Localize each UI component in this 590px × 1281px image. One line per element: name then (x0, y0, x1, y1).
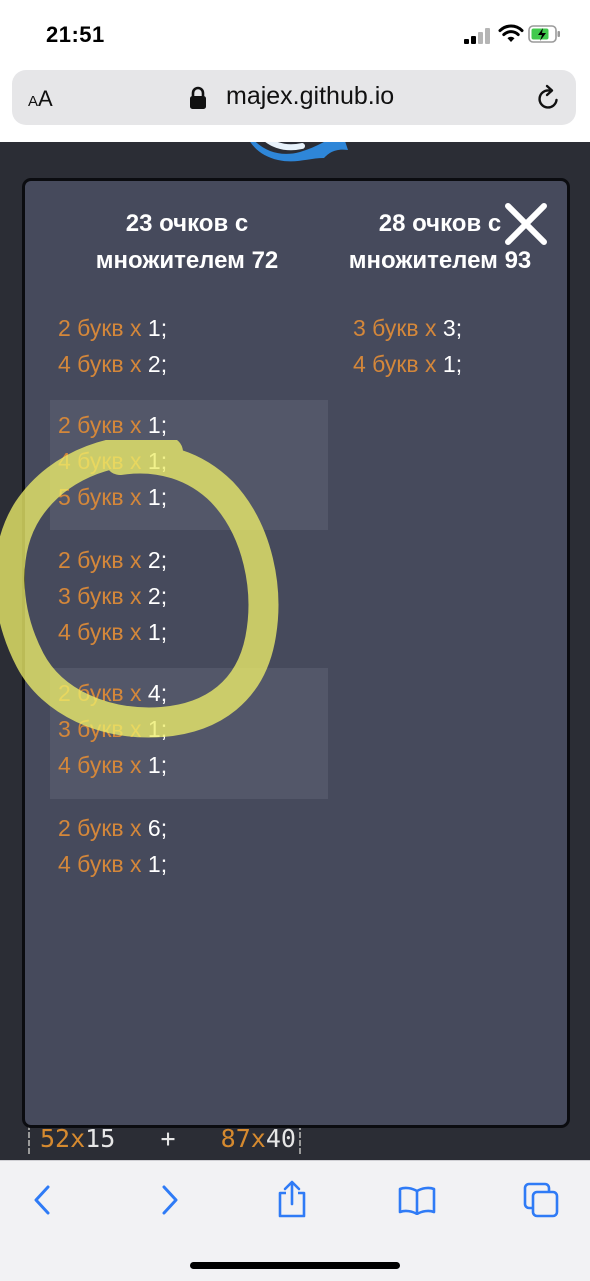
combination-group: 2 букв x 4; 3 букв x 1; 4 букв x 1; (50, 668, 328, 799)
column-header: 28 очков с множителем 93 (348, 210, 532, 274)
combination-group: 3 букв x 3; 4 букв x 1; (345, 305, 545, 385)
combination-line: 4 букв x 1; (58, 752, 168, 778)
logo-icon (250, 142, 348, 162)
back-icon[interactable] (30, 1183, 56, 1217)
share-icon[interactable] (276, 1179, 308, 1219)
combination-line: 3 букв x 1; (58, 716, 168, 742)
combination-line: 2 букв x 2; (58, 547, 168, 573)
column-header: 23 очков с множителем 72 (95, 210, 279, 274)
signal-icon (464, 28, 490, 44)
browser-address-area: AA majex.github.io (0, 70, 590, 142)
bookmarks-icon[interactable] (398, 1185, 436, 1215)
status-bar: 21:51 (0, 0, 590, 70)
combination-line: 3 букв x 2; (58, 583, 168, 609)
status-time: 21:51 (46, 22, 105, 47)
score-modal: 23 очков с множителем 72 28 очков с множ… (22, 178, 570, 1128)
combination-line: 2 букв x 1; (58, 315, 168, 341)
combination-line: 4 букв x 1; (353, 351, 463, 377)
combination-line: 2 букв x 4; (58, 680, 168, 706)
combination-line: 4 букв x 1; (58, 851, 168, 877)
combination-line: 4 букв x 1; (58, 619, 168, 645)
combination-line: 3 букв x 3; (353, 315, 463, 341)
equation-text: 52x15 + 87x40 (40, 1124, 296, 1153)
wifi-icon (498, 24, 524, 42)
url-text: majex.github.io (226, 82, 395, 110)
text-size-button[interactable]: AA (28, 86, 53, 112)
divider (299, 1124, 301, 1154)
tabs-icon[interactable] (522, 1181, 560, 1219)
combination-line: 4 букв x 2; (58, 351, 168, 377)
home-indicator (190, 1262, 400, 1269)
address-bar[interactable]: AA majex.github.io (12, 70, 576, 125)
combination-group: 2 букв x 1; 4 букв x 2; (50, 305, 328, 385)
combination-group: 2 букв x 6; 4 букв x 1; (50, 805, 328, 885)
combination-group: 2 букв x 1; 4 букв x 1; 5 букв x 1; (50, 400, 328, 530)
combination-line: 2 букв x 6; (58, 815, 168, 841)
combination-group: 2 букв x 2; 3 букв x 2; 4 букв x 1; (50, 533, 328, 663)
battery-icon (528, 25, 560, 43)
combination-line: 2 букв x 1; (58, 412, 168, 438)
combination-line: 5 букв x 1; (58, 484, 168, 510)
divider (28, 1124, 30, 1154)
combination-line: 4 букв x 1; (58, 448, 168, 474)
forward-icon[interactable] (156, 1183, 182, 1217)
reload-icon[interactable] (536, 84, 562, 112)
lock-icon (190, 86, 206, 109)
